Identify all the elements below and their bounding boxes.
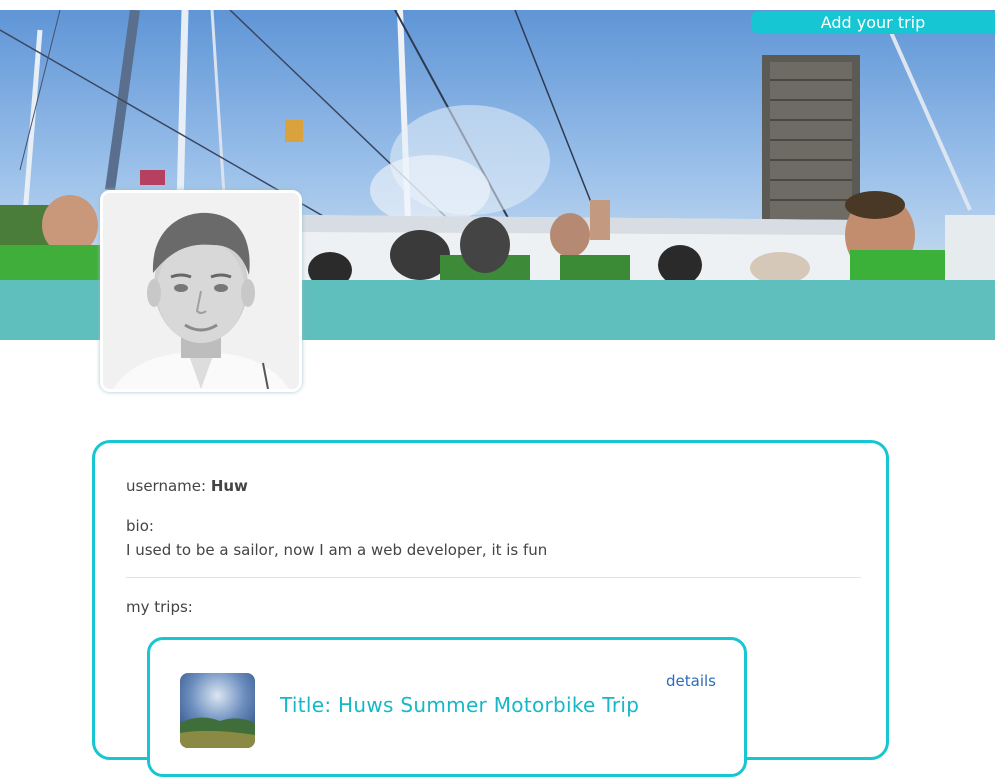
username-line: username: Huw [126,477,248,495]
trip-card[interactable]: Title: Huws Summer Motorbike Trip detail… [147,637,747,777]
top-strip [0,0,995,10]
trip-thumbnail[interactable] [180,673,255,748]
avatar [100,190,302,392]
divider [126,577,861,578]
username-label: username: [126,477,211,495]
trip-title[interactable]: Title: Huws Summer Motorbike Trip [280,693,639,717]
bio-label: bio: [126,517,154,535]
add-trip-button[interactable]: Add your trip [751,11,995,34]
my-trips-label: my trips: [126,598,193,616]
username-value: Huw [210,477,248,495]
profile-card: username: Huw bio: I used to be a sailor… [92,440,889,777]
trip-details-link[interactable]: details [666,672,716,690]
bio-text: I used to be a sailor, now I am a web de… [126,541,548,559]
